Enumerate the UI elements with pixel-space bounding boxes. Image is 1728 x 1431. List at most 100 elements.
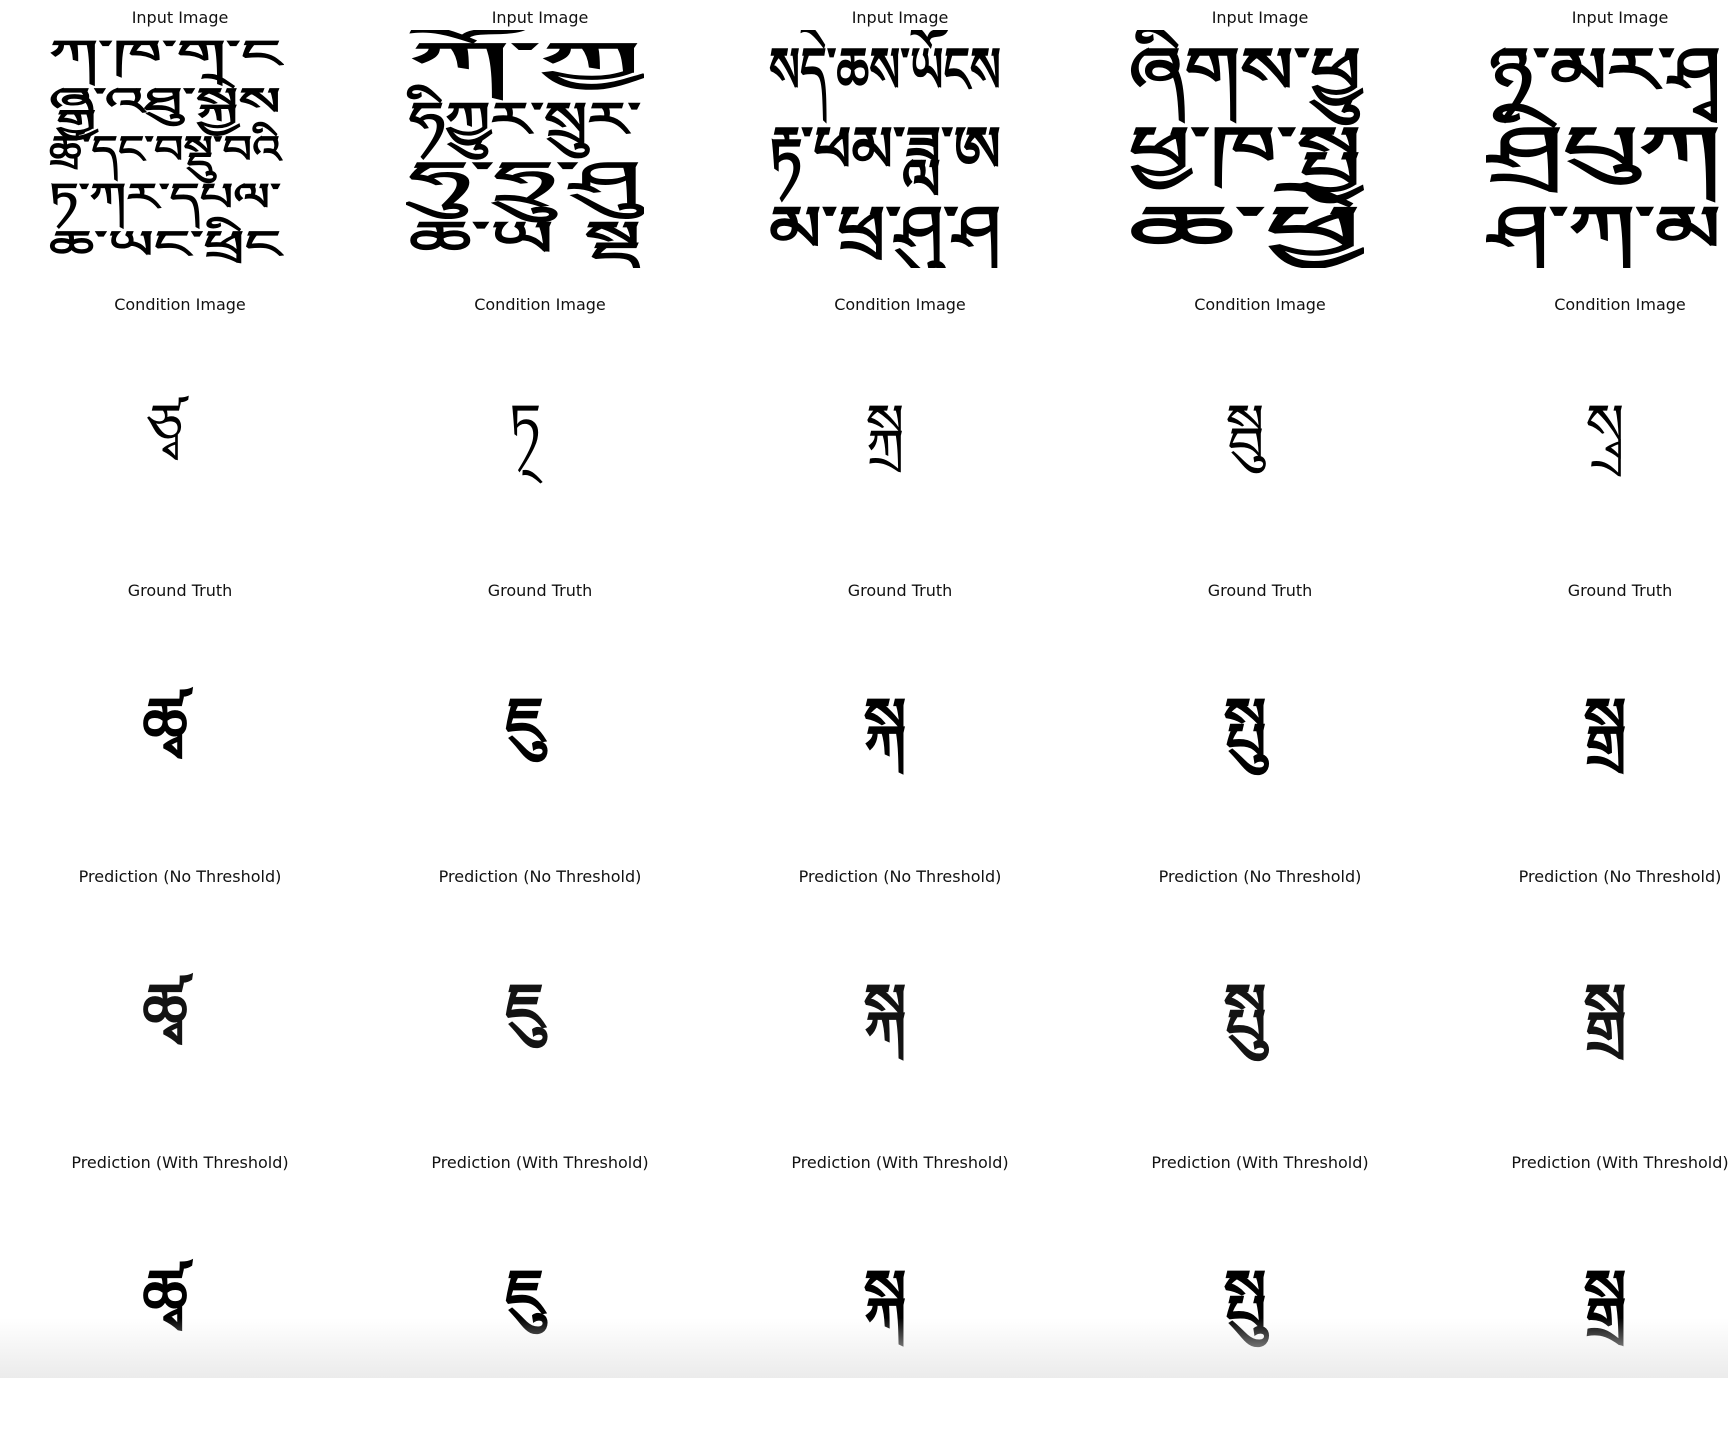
input-image: ཉ་མར་ཤྭ ཤྲིཔུཀ ཤ་ཀ་མ bbox=[1486, 30, 1724, 268]
ground-truth-graphic: སྤུ bbox=[1223, 685, 1269, 776]
input-text-line: ཆ་ཡ སྡ bbox=[409, 211, 641, 268]
condition-glyph: ཏ྄ bbox=[509, 391, 544, 484]
result-glyph: སྐ bbox=[863, 1257, 906, 1347]
result-glyph: སྐ bbox=[863, 685, 906, 775]
panel-ground-truth-1: Ground Truth ཚྭ bbox=[0, 573, 360, 859]
prediction-no-threshold-image: ཇུ bbox=[406, 889, 644, 1127]
panel-title: Input Image bbox=[851, 8, 949, 27]
prediction-no-threshold-graphic: ཇུ bbox=[505, 971, 548, 1049]
panel-title: Condition Image bbox=[834, 295, 966, 314]
prediction-no-threshold-graphic: སྐ bbox=[863, 971, 906, 1061]
panel-input-1: Input Image ཀ་ཁ་ག་ང ཞྒྱ་འཐུ་སྐྱེས ཚྲ་དང་བསྡ… bbox=[0, 0, 360, 286]
panel-title: Input Image bbox=[131, 8, 229, 27]
condition-graphic: ཏ྄ bbox=[509, 391, 544, 484]
panel-title: Prediction (No Threshold) bbox=[1518, 867, 1722, 886]
condition-image: སྐྲ bbox=[766, 317, 1004, 555]
panel-condition-5: Condition Image སྭྲ bbox=[1440, 287, 1728, 573]
input-text-line: ཆ་ཕྱེ bbox=[1129, 183, 1364, 268]
panel-title: Condition Image bbox=[1554, 295, 1686, 314]
panel-title: Prediction (No Threshold) bbox=[1158, 867, 1362, 886]
panel-title: Input Image bbox=[1211, 8, 1309, 27]
panel-title: Input Image bbox=[1571, 8, 1669, 27]
prediction-with-threshold-image: སྒྲ bbox=[1486, 1175, 1724, 1413]
condition-image: ཙྭ bbox=[46, 317, 284, 555]
ground-truth-image: ཇུ bbox=[406, 603, 644, 841]
panel-input-2: Input Image ཀོ་ཀྱ ཧིཀྱུར་སྲུར་ ཧུ་ཧྲུ་ཤུ ཆ་ཡ… bbox=[360, 0, 720, 286]
condition-graphic: ཙྭ bbox=[147, 391, 190, 461]
panel-prediction-no-threshold-1: Prediction (No Threshold) ཚྭ bbox=[0, 859, 360, 1145]
input-text-line: ཉ་མར་ཤྭ bbox=[1489, 34, 1721, 124]
input-text-line: ཤྲིཔུཀ bbox=[1486, 103, 1721, 203]
panel-prediction-no-threshold-2: Prediction (No Threshold) ཇུ bbox=[360, 859, 720, 1145]
panel-prediction-no-threshold-5: Prediction (No Threshold) སྒྲ bbox=[1440, 859, 1728, 1145]
condition-image: ཏ྄ bbox=[406, 317, 644, 555]
input-graphic: ཀ་ཁ་ག་ངཞྒྱ་འཐུ་སྐྱེསཚྲ་དང་བསྡུ་བའིཏ་ཀར་ད… bbox=[49, 32, 284, 267]
panel-title: Prediction (With Threshold) bbox=[431, 1153, 649, 1172]
ground-truth-image: སྐ bbox=[766, 603, 1004, 841]
result-glyph: སྒྲ bbox=[1583, 685, 1626, 775]
panel-title: Input Image bbox=[491, 8, 589, 27]
result-glyph: སྐ bbox=[863, 971, 906, 1061]
prediction-with-threshold-graphic: སྒྲ bbox=[1583, 1257, 1626, 1347]
condition-glyph: སྭྲ bbox=[1585, 391, 1624, 477]
panel-ground-truth-5: Ground Truth སྒྲ bbox=[1440, 573, 1728, 859]
panel-title: Condition Image bbox=[474, 295, 606, 314]
panel-prediction-no-threshold-3: Prediction (No Threshold) སྐ bbox=[720, 859, 1080, 1145]
figure-grid: Input Image ཀ་ཁ་ག་ང ཞྒྱ་འཐུ་སྐྱེས ཚྲ་དང་བསྡ… bbox=[0, 0, 1728, 1378]
result-glyph: སྤུ bbox=[1223, 1257, 1269, 1348]
panel-ground-truth-3: Ground Truth སྐ bbox=[720, 573, 1080, 859]
panel-title: Ground Truth bbox=[127, 581, 233, 600]
panel-prediction-with-threshold-5: Prediction (With Threshold) སྒྲ bbox=[1440, 1145, 1728, 1431]
prediction-no-threshold-graphic: སྒྲ bbox=[1583, 971, 1626, 1061]
ground-truth-image: སྤུ bbox=[1126, 603, 1364, 841]
panel-title: Ground Truth bbox=[1567, 581, 1673, 600]
ground-truth-image: ཚྭ bbox=[46, 603, 284, 841]
input-graphic: སདེ་ཆས་ཡོངསརྟ་ཕམ་ཟླ་ཨམ་ཕྲ་ཤུ་ཤ bbox=[769, 30, 1001, 268]
panel-input-5: Input Image ཉ་མར་ཤྭ ཤྲིཔུཀ ཤ་ཀ་མ bbox=[1440, 0, 1728, 286]
condition-image: སྭྲ bbox=[1486, 317, 1724, 555]
result-glyph: ཚྭ bbox=[142, 685, 193, 760]
panel-title: Prediction (No Threshold) bbox=[798, 867, 1002, 886]
prediction-with-threshold-graphic: སྐ bbox=[863, 1257, 906, 1347]
result-glyph: སྤུ bbox=[1223, 685, 1269, 776]
input-image: ཀ་ཁ་ག་ང ཞྒྱ་འཐུ་སྐྱེས ཚྲ་དང་བསྡུ་བའི ཏ་ཀར་ད… bbox=[46, 30, 284, 268]
input-graphic: ཞིགས་ཕྱུཕྱ་ཁ་སྤྱཆ་ཕྱེ bbox=[1129, 30, 1364, 268]
condition-glyph: སྐྲ bbox=[865, 391, 904, 473]
input-text-line: ཆ་ཡང་ཕྲིང bbox=[49, 217, 284, 267]
input-text-line: ཀོ་ཀྱ bbox=[408, 30, 644, 101]
result-glyph: ཚྭ bbox=[142, 971, 193, 1046]
panel-title: Ground Truth bbox=[1207, 581, 1313, 600]
result-glyph: སྒྲ bbox=[1583, 1257, 1626, 1347]
panel-title: Ground Truth bbox=[487, 581, 593, 600]
input-text-line: སདེ་ཆས་ཡོངས bbox=[769, 30, 1001, 124]
panel-condition-1: Condition Image ཙྭ bbox=[0, 287, 360, 573]
panel-condition-4: Condition Image སྦུ bbox=[1080, 287, 1440, 573]
ground-truth-graphic: ཚྭ bbox=[142, 685, 193, 760]
panel-prediction-with-threshold-2: Prediction (With Threshold) ཇུ bbox=[360, 1145, 720, 1431]
input-image: སདེ་ཆས་ཡོངསརྟ་ཕམ་ཟླ་ཨམ་ཕྲ་ཤུ་ཤ bbox=[766, 30, 1004, 268]
panel-title: Prediction (No Threshold) bbox=[78, 867, 282, 886]
prediction-with-threshold-image: སྤུ bbox=[1126, 1175, 1364, 1413]
panel-prediction-no-threshold-4: Prediction (No Threshold) སྤུ bbox=[1080, 859, 1440, 1145]
condition-graphic: སྭྲ bbox=[1585, 391, 1624, 477]
panel-title: Prediction (No Threshold) bbox=[438, 867, 642, 886]
panel-title: Prediction (With Threshold) bbox=[1511, 1153, 1728, 1172]
prediction-no-threshold-image: ཚྭ bbox=[46, 889, 284, 1127]
input-image: ཞིགས་ཕྱུ ཕྱ་ཁ་སྤྱ ཆ་ཕྱེ bbox=[1126, 30, 1364, 268]
panel-title: Prediction (With Threshold) bbox=[71, 1153, 289, 1172]
input-text-line: མ་ཕྲ་ཤུ་ཤ bbox=[769, 193, 1001, 268]
prediction-no-threshold-image: སྐ bbox=[766, 889, 1004, 1127]
result-glyph: ཇུ bbox=[505, 1257, 548, 1335]
panel-input-4: Input Image ཞིགས་ཕྱུ ཕྱ་ཁ་སྤྱ ཆ་ཕྱེ bbox=[1080, 0, 1440, 286]
prediction-with-threshold-image: སྐ bbox=[766, 1175, 1004, 1413]
result-glyph: ཚྭ bbox=[142, 1257, 193, 1332]
condition-glyph: ཙྭ bbox=[147, 391, 190, 461]
input-text-line: ཞིགས་ཕྱུ bbox=[1129, 30, 1364, 126]
panel-title: Prediction (With Threshold) bbox=[791, 1153, 1009, 1172]
prediction-no-threshold-graphic: སྤུ bbox=[1223, 971, 1269, 1062]
prediction-no-threshold-graphic: ཚྭ bbox=[142, 971, 193, 1046]
panel-prediction-with-threshold-4: Prediction (With Threshold) སྤུ bbox=[1080, 1145, 1440, 1431]
condition-image: སྦུ bbox=[1126, 317, 1364, 555]
prediction-no-threshold-image: སྒྲ bbox=[1486, 889, 1724, 1127]
result-glyph: སྒྲ bbox=[1583, 971, 1626, 1061]
